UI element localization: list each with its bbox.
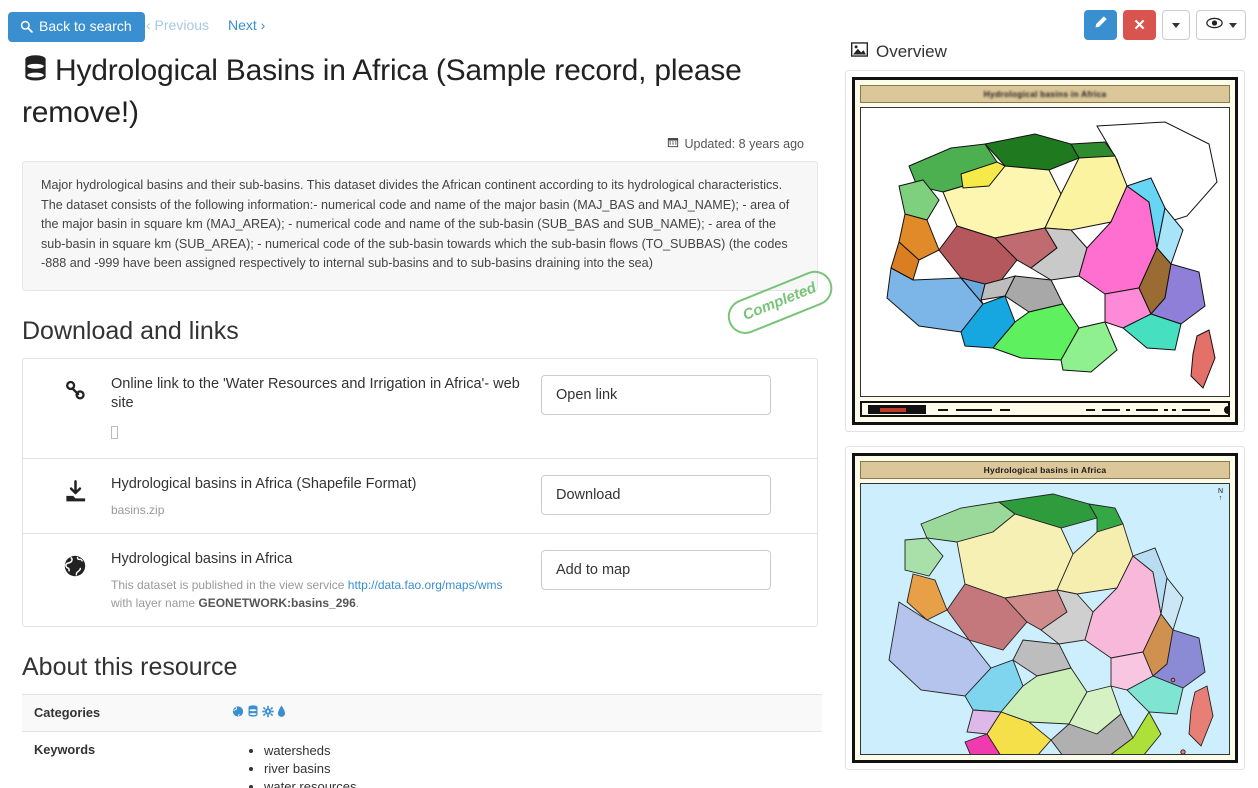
category-icon-list <box>232 704 812 721</box>
list-item: water resources <box>264 778 812 788</box>
list-item: Online link to the 'Water Resources and … <box>23 359 817 459</box>
map-canvas <box>860 107 1230 397</box>
missing-glyph-icon <box>111 425 118 439</box>
overview-column: Overview Hydrological basins in Africa H… <box>845 42 1245 770</box>
water-drop-icon[interactable] <box>277 705 286 721</box>
list-item: Hydrological basins in Africa This datas… <box>23 534 817 626</box>
gear-icon[interactable] <box>262 705 274 721</box>
list-item-subtitle: This dataset is published in the view se… <box>111 576 527 612</box>
updated-label: Updated: 8 years ago <box>684 136 804 151</box>
add-to-map-button[interactable]: Add to map <box>541 549 771 590</box>
map-legend-footer <box>860 401 1230 417</box>
record-page: Back to search ‹ Previous Next › ✕ Hydro… <box>0 0 1258 788</box>
list-item-body: Hydrological basins in Africa (Shapefile… <box>111 475 541 519</box>
chevron-down-icon <box>1172 22 1180 28</box>
about-heading: About this resource <box>22 652 238 681</box>
overview-header: Overview <box>845 42 1245 62</box>
globe-icon <box>39 550 111 578</box>
about-table: Categories Keywords • watersheds • river… <box>22 693 822 788</box>
close-x-icon: ✕ <box>1133 16 1146 34</box>
layer-name-text: GEONETWORK:basins_296 <box>198 595 356 610</box>
record-main-column: Hydrological Basins in Africa (Sample re… <box>0 46 840 788</box>
download-button[interactable]: Download <box>541 474 771 515</box>
list-item-title: Online link to the 'Water Resources and … <box>111 375 520 411</box>
open-link-button[interactable]: Open link <box>541 374 771 415</box>
map-frame: Hydrological basins in Africa <box>852 77 1238 425</box>
page-title-text: Hydrological Basins in Africa (Sample re… <box>22 54 742 129</box>
next-link[interactable]: Next › <box>228 17 265 33</box>
service-url-link[interactable]: http://data.fao.org/maps/wms <box>348 578 503 592</box>
previous-link[interactable]: ‹ Previous <box>146 17 209 33</box>
back-to-search-button[interactable]: Back to search <box>8 12 145 42</box>
pencil-icon <box>1093 15 1108 35</box>
list-item: river basins <box>264 760 812 778</box>
map-frame: Hydrological basins in Africa N ↑ <box>852 453 1238 763</box>
list-item-body: Online link to the 'Water Resources and … <box>111 375 541 444</box>
overview-heading: Overview <box>876 42 947 61</box>
categories-value <box>220 693 822 731</box>
overview-thumbnail-1[interactable]: Hydrological basins in Africa <box>845 70 1245 432</box>
keywords-list: watersheds river basins water resources … <box>250 742 812 788</box>
more-dropdown-button[interactable] <box>1162 10 1190 40</box>
abstract-box: Major hydrological basins and their sub-… <box>22 161 838 339</box>
visibility-dropdown-button[interactable] <box>1196 10 1246 40</box>
north-arrow-icon: N ↑ <box>1217 488 1223 502</box>
updated-info: Updated: 8 years ago <box>0 132 840 151</box>
overview-thumbnail-2[interactable]: Hydrological basins in Africa N ↑ <box>845 446 1245 770</box>
chevron-down-icon <box>1228 22 1237 28</box>
page-title: Hydrological Basins in Africa (Sample re… <box>0 46 840 132</box>
link-chain-icon <box>39 375 111 404</box>
abstract-text: Major hydrological basins and their sub-… <box>41 178 790 270</box>
edit-button[interactable] <box>1084 10 1117 40</box>
service-text-post: . <box>355 595 360 610</box>
table-row: Categories <box>22 693 822 731</box>
database-icon <box>22 54 49 94</box>
list-item-title: Hydrological basins in Africa <box>111 550 293 567</box>
downloads-heading: Download and links <box>22 316 239 345</box>
categories-label: Categories <box>22 693 220 731</box>
map-canvas: N ↑ <box>860 483 1230 755</box>
list-item-subtitle: basins.zip <box>111 502 165 517</box>
downloads-list: Online link to the 'Water Resources and … <box>22 357 818 627</box>
list-item-title: Hydrological basins in Africa (Shapefile… <box>111 475 417 492</box>
record-actions: ✕ <box>1084 10 1246 40</box>
list-item: Hydrological basins in Africa (Shapefile… <box>23 459 817 534</box>
map-title: Hydrological basins in Africa <box>860 85 1230 103</box>
globe-icon[interactable] <box>232 705 244 721</box>
map-title: Hydrological basins in Africa <box>860 461 1230 479</box>
list-item-subtitle <box>111 420 527 444</box>
download-icon <box>39 475 111 504</box>
top-toolbar: Back to search ‹ Previous Next › ✕ <box>0 0 1258 46</box>
list-item: watersheds <box>264 742 812 760</box>
keywords-label: Keywords <box>22 730 220 788</box>
table-row: Keywords watersheds river basins water r… <box>22 730 822 788</box>
database-icon[interactable] <box>247 704 259 721</box>
eye-icon <box>1205 16 1223 34</box>
back-to-search-label: Back to search <box>39 18 132 34</box>
calendar-icon <box>667 136 679 151</box>
image-icon <box>851 42 868 62</box>
search-icon <box>20 20 33 33</box>
list-item-body: Hydrological basins in Africa This datas… <box>111 550 541 612</box>
keywords-value: watersheds river basins water resources … <box>220 730 822 788</box>
delete-button[interactable]: ✕ <box>1123 10 1156 40</box>
service-text-pre: This dataset is published in the view se… <box>111 577 348 592</box>
service-text-mid: with layer name <box>111 595 199 610</box>
